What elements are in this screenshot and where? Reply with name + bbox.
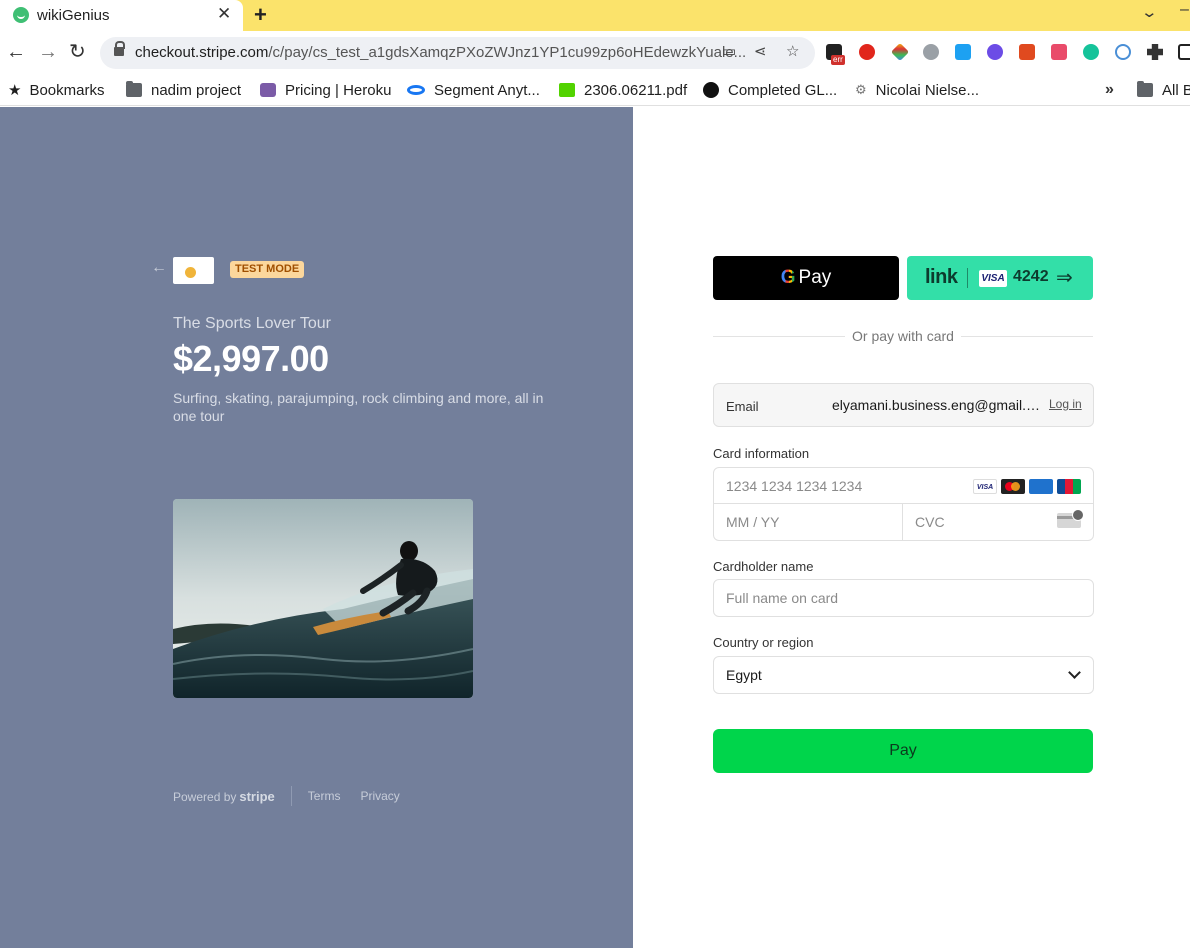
side-panel-icon[interactable] — [1178, 44, 1190, 60]
extensions-puzzle-icon[interactable] — [1147, 44, 1163, 60]
bookmark-pricing-heroku[interactable]: Pricing | Heroku — [260, 80, 391, 100]
google-g-icon: G — [780, 267, 796, 288]
visa-icon: VISA — [973, 479, 997, 494]
extension-red-icon[interactable] — [1019, 44, 1035, 60]
footer-divider — [290, 786, 292, 806]
folder-icon — [126, 81, 142, 97]
card-expiry-input[interactable] — [714, 504, 903, 540]
share-icon[interactable]: ⋖ — [754, 42, 767, 60]
email-value: elyamani.business.eng@gmail.com — [832, 397, 1044, 413]
extension-react-icon[interactable] — [1115, 44, 1131, 60]
meta-icon — [407, 85, 425, 95]
browser-toolbar: ← → ↻ checkout.stripe.com/c/pay/cs_test_… — [0, 31, 1190, 75]
smiley-icon — [559, 83, 575, 97]
merchant-logo[interactable] — [173, 257, 214, 284]
forward-arrow-icon[interactable]: → — [38, 39, 58, 65]
chevron-down-icon — [1068, 666, 1081, 679]
extension-grammarly-icon[interactable] — [1083, 44, 1099, 60]
star-icon: ★ — [8, 82, 22, 99]
reload-icon[interactable]: ↻ — [69, 39, 86, 65]
bookmark-pdf[interactable]: 2306.06211.pdf — [559, 80, 687, 100]
more-bookmarks-icon[interactable]: » — [1105, 81, 1114, 99]
bookmark-bookmarks[interactable]: ★ Bookmarks — [8, 80, 104, 100]
extension-drop-icon[interactable] — [955, 44, 971, 60]
tab-search-chevron-icon[interactable]: ⌄ — [1140, 3, 1158, 21]
circle-icon — [703, 82, 719, 98]
extension-asterisk-icon[interactable] — [987, 44, 1003, 60]
checkout-footer: Powered by stripe Terms Privacy — [173, 786, 420, 806]
visa-card-icon: VISA — [979, 270, 1007, 287]
cardholder-name-input[interactable] — [713, 579, 1094, 617]
link-logo: link — [925, 266, 958, 288]
extension-colorful-icon[interactable] — [890, 42, 910, 62]
amex-icon — [1029, 479, 1053, 494]
or-pay-with-card-divider: Or pay with card — [713, 327, 1093, 345]
extension-m-icon[interactable]: err — [826, 44, 845, 65]
bookmarks-bar: ★ Bookmarks nadim project Pricing | Hero… — [0, 75, 1190, 106]
link-separator — [967, 268, 968, 288]
gear-icon: ⚙ — [855, 82, 867, 97]
merchant-logo-icon — [185, 267, 196, 278]
jcb-icon — [1057, 479, 1081, 494]
bookmark-nadim-project[interactable]: nadim project — [126, 80, 241, 100]
url-text[interactable]: checkout.stripe.com/c/pay/cs_test_a1gdsX… — [135, 44, 746, 61]
payment-form-panel: G Pay link VISA 4242 ⇒ Or pay with card … — [633, 107, 1190, 948]
powered-by-stripe[interactable]: Powered by stripe — [173, 789, 275, 804]
back-arrow-icon[interactable]: ← — [6, 39, 26, 65]
browser-tab[interactable]: wikiGenius ✕ — [0, 0, 243, 31]
pay-button[interactable]: Pay — [713, 729, 1093, 773]
address-bar[interactable]: checkout.stripe.com/c/pay/cs_test_a1gdsX… — [100, 37, 815, 69]
extension-opera-icon[interactable] — [859, 44, 875, 60]
back-arrow-icon[interactable]: ← — [151, 259, 167, 277]
product-name: The Sports Lover Tour — [173, 315, 332, 332]
card-information-group: VISA — [713, 467, 1094, 541]
cardholder-name-label: Cardholder name — [713, 559, 814, 574]
product-summary-panel: ← TEST MODE The Sports Lover Tour $2,997… — [0, 107, 633, 948]
folder-icon — [1137, 81, 1153, 97]
log-in-link[interactable]: Log in — [1049, 397, 1082, 411]
privacy-link[interactable]: Privacy — [360, 789, 399, 803]
card-information-label: Card information — [713, 446, 810, 461]
test-mode-badge: TEST MODE — [230, 261, 305, 278]
extension-globe-icon[interactable] — [923, 44, 939, 60]
tab-title: wikiGenius — [37, 7, 110, 24]
product-image — [173, 499, 473, 698]
surfer-photo — [173, 499, 473, 698]
close-tab-icon[interactable]: ✕ — [217, 4, 231, 24]
bookmark-star-icon[interactable]: ☆ — [786, 42, 799, 60]
country-select[interactable]: Egypt — [713, 656, 1094, 694]
bookmark-segment[interactable]: Segment Anyt... — [407, 80, 540, 100]
heroku-icon — [260, 83, 276, 97]
link-pay-button[interactable]: link VISA 4242 ⇒ — [907, 256, 1093, 300]
lock-icon[interactable] — [114, 41, 125, 56]
extension-dots-icon[interactable] — [1051, 44, 1067, 60]
link-card-last4: 4242 — [1013, 268, 1049, 285]
bookmark-completed-gl[interactable]: Completed GL... — [703, 80, 837, 100]
bookmark-nicolai[interactable]: ⚙ Nicolai Nielse... — [855, 80, 979, 100]
terms-link[interactable]: Terms — [308, 789, 341, 803]
google-pay-button[interactable]: G Pay — [713, 256, 899, 300]
arrow-right-icon: ⇒ — [1056, 267, 1073, 289]
country-value: Egypt — [726, 667, 762, 683]
product-price: $2,997.00 — [173, 338, 329, 379]
email-label: Email — [726, 399, 759, 414]
cvc-card-icon — [1057, 509, 1084, 528]
country-label: Country or region — [713, 635, 814, 650]
browser-tab-bar: wikiGenius ✕ + ⌄ – — [0, 0, 1190, 31]
install-app-icon[interactable]: ▭ — [722, 42, 736, 60]
minimize-window-icon[interactable]: – — [1180, 1, 1189, 19]
mastercard-icon — [1001, 479, 1025, 494]
product-description: Surfing, skating, parajumping, rock clim… — [173, 390, 544, 424]
new-tab-button[interactable]: + — [254, 2, 267, 28]
bookmark-all-bookmarks[interactable]: All B — [1137, 80, 1190, 100]
wikigenius-favicon-icon — [13, 7, 29, 23]
email-field[interactable]: Email elyamani.business.eng@gmail.com Lo… — [713, 383, 1094, 427]
